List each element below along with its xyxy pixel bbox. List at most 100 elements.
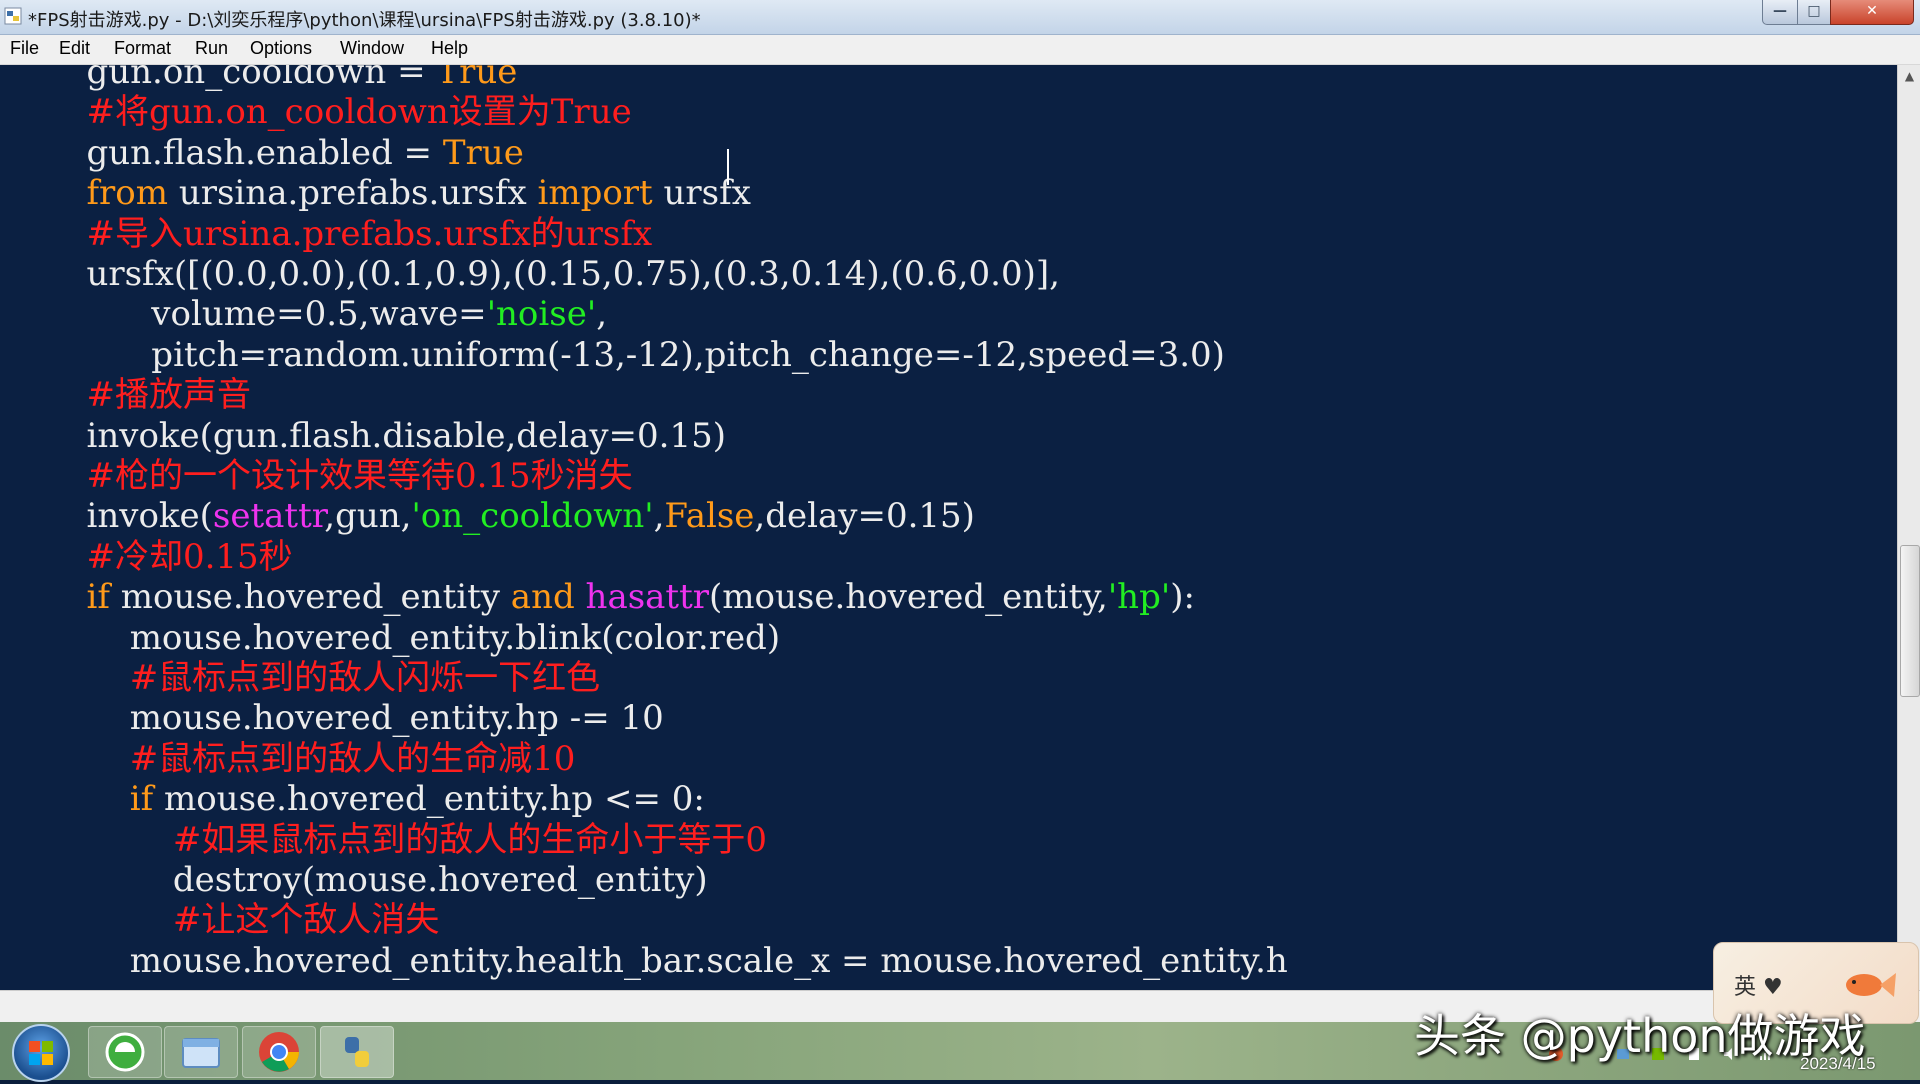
windows-logo-icon xyxy=(29,1041,53,1065)
code-token: #将gun.on_cooldown设置为True xyxy=(0,92,632,133)
title-bar: *FPS射击游戏.py - D:\刘奕乐程序\python\课程\ursina\… xyxy=(0,0,1920,35)
close-icon: ✕ xyxy=(1866,3,1878,19)
code-token: #鼠标点到的敌人闪烁一下红色 xyxy=(0,658,601,698)
code-token: #播放声音 xyxy=(0,375,251,416)
code-token: True xyxy=(436,65,518,92)
code-line[interactable]: gun.flash.enabled = True xyxy=(0,132,524,173)
menu-help[interactable]: Help xyxy=(431,38,468,59)
chrome-icon xyxy=(259,1032,299,1072)
code-token: ,gun, xyxy=(324,496,412,537)
menu-window[interactable]: Window xyxy=(340,38,404,59)
taskbar-explorer-button[interactable] xyxy=(164,1026,238,1078)
code-line[interactable]: if mouse.hovered_entity.hp <= 0: xyxy=(0,779,705,819)
code-token: invoke(gun.flash.disable,delay=0.15) xyxy=(0,415,726,456)
watermark-text: 头条 @python做游戏 xyxy=(1414,1009,1866,1063)
text-cursor xyxy=(727,149,729,185)
code-line[interactable]: destroy(mouse.hovered_entity) xyxy=(0,860,708,900)
code-token: 'on_cooldown' xyxy=(411,496,654,537)
code-editor[interactable]: gun.on_cooldown = True #将gun.on_cooldown… xyxy=(0,65,1897,990)
code-token: setattr xyxy=(212,496,325,537)
code-token: ): xyxy=(1170,577,1195,618)
code-token: , xyxy=(653,496,665,537)
code-line[interactable]: ursfx([(0.0,0.0),(0.1,0.9),(0.15,0.75),(… xyxy=(0,254,1060,294)
maximize-icon: □ xyxy=(1807,3,1821,19)
code-line[interactable]: #冷却0.15秒 xyxy=(0,536,293,577)
code-token: if xyxy=(0,779,154,820)
code-token: mouse.hovered_entity.hp -= 10 xyxy=(0,698,664,739)
menu-format[interactable]: Format xyxy=(114,38,171,59)
code-line[interactable]: #让这个敌人消失 xyxy=(0,900,440,941)
menu-edit[interactable]: Edit xyxy=(59,38,90,59)
code-token: 'hp' xyxy=(1107,577,1171,618)
code-token: True xyxy=(442,132,524,173)
code-line[interactable]: pitch=random.uniform(-13,-12),pitch_chan… xyxy=(0,335,1225,375)
code-token: gun.flash.enabled = xyxy=(0,132,443,173)
code-token: destroy(mouse.hovered_entity) xyxy=(0,860,708,900)
python-idle-icon xyxy=(4,7,22,25)
code-line[interactable]: gun.on_cooldown = True xyxy=(0,65,517,92)
code-token: from xyxy=(0,173,169,214)
code-line[interactable]: mouse.hovered_entity.health_bar.scale_x … xyxy=(0,941,1288,981)
code-token: ,delay=0.15) xyxy=(754,496,975,537)
code-token: import xyxy=(537,173,653,214)
python-icon xyxy=(345,1037,369,1067)
vertical-scrollbar[interactable]: ▲ ▼ xyxy=(1897,65,1920,990)
code-token: #如果鼠标点到的敌人的生命小于等于0 xyxy=(0,819,768,860)
code-token: ursfx xyxy=(652,173,751,214)
ime-language-label[interactable]: 英 ♥ xyxy=(1734,969,1783,1001)
code-line[interactable]: mouse.hovered_entity.hp -= 10 xyxy=(0,698,664,738)
code-line[interactable]: invoke(gun.flash.disable,delay=0.15) xyxy=(0,416,726,456)
taskbar-python-button[interactable] xyxy=(320,1026,394,1078)
taskbar-browser-button[interactable] xyxy=(88,1026,162,1078)
code-line[interactable]: #枪的一个设计效果等待0.15秒消失 xyxy=(0,456,632,496)
window-title: *FPS射击游戏.py - D:\刘奕乐程序\python\课程\ursina\… xyxy=(28,10,701,31)
code-line[interactable]: #如果鼠标点到的敌人的生命小于等于0 xyxy=(0,820,767,860)
code-token: volume=0.5,wave= xyxy=(0,294,487,335)
code-line[interactable]: #将gun.on_cooldown设置为True xyxy=(0,92,632,133)
code-token: invoke( xyxy=(0,496,213,537)
code-token: #鼠标点到的敌人的生命减10 xyxy=(0,738,576,779)
code-token: , xyxy=(596,294,608,335)
code-line[interactable]: #鼠标点到的敌人闪烁一下红色 xyxy=(0,658,601,698)
scroll-thumb[interactable] xyxy=(1900,545,1920,697)
close-button[interactable]: ✕ xyxy=(1830,0,1914,25)
minimize-button[interactable]: — xyxy=(1762,0,1798,25)
code-line[interactable]: volume=0.5,wave='noise', xyxy=(0,294,607,334)
code-token: (mouse.hovered_entity, xyxy=(709,577,1108,618)
code-token: mouse.hovered_entity.blink(color.red) xyxy=(0,617,781,658)
code-token: #让这个敌人消失 xyxy=(0,900,440,941)
menu-bar: File Edit Format Run Options Window Help xyxy=(0,35,1920,65)
menu-file[interactable]: File xyxy=(10,38,39,59)
code-token: and xyxy=(510,577,575,618)
folder-icon xyxy=(182,1038,220,1068)
code-token: if xyxy=(0,577,110,618)
ie-browser-icon xyxy=(105,1032,145,1072)
code-token: pitch=random.uniform(-13,-12),pitch_chan… xyxy=(0,334,1225,375)
menu-run[interactable]: Run xyxy=(195,38,228,59)
code-token: mouse.hovered_entity xyxy=(109,577,511,618)
code-token: #冷却0.15秒 xyxy=(0,536,293,577)
code-line[interactable]: mouse.hovered_entity.blink(color.red) xyxy=(0,618,780,658)
code-line[interactable]: invoke(setattr,gun,'on_cooldown',False,d… xyxy=(0,496,975,537)
menu-options[interactable]: Options xyxy=(250,38,312,59)
start-button[interactable] xyxy=(12,1024,70,1082)
taskbar-chrome-button[interactable] xyxy=(242,1026,316,1078)
code-line[interactable]: #导入ursina.prefabs.ursfx的ursfx xyxy=(0,214,652,254)
code-token: False xyxy=(664,496,755,537)
scroll-up-arrow-icon[interactable]: ▲ xyxy=(1898,65,1920,87)
code-line[interactable]: if mouse.hovered_entity and hasattr(mous… xyxy=(0,577,1195,618)
code-token: 'noise' xyxy=(486,294,597,335)
maximize-button[interactable]: □ xyxy=(1797,0,1831,25)
code-token: ursina.prefabs.ursfx xyxy=(168,173,538,214)
code-token: mouse.hovered_entity.health_bar.scale_x … xyxy=(0,940,1288,981)
code-line[interactable]: #播放声音 xyxy=(0,375,251,415)
code-token: mouse.hovered_entity.hp <= 0: xyxy=(153,779,705,820)
code-token: hasattr xyxy=(585,577,710,618)
code-token: #导入ursina.prefabs.ursfx的ursfx xyxy=(0,213,653,254)
code-line[interactable]: from ursina.prefabs.ursfx import ursfx xyxy=(0,173,751,214)
code-line[interactable]: #鼠标点到的敌人的生命减10 xyxy=(0,738,576,779)
code-token: ursfx([(0.0,0.0),(0.1,0.9),(0.15,0.75),(… xyxy=(0,254,1060,294)
minimize-icon: — xyxy=(1773,3,1787,19)
clock-date[interactable]: 2023/4/15 xyxy=(1800,1054,1876,1074)
